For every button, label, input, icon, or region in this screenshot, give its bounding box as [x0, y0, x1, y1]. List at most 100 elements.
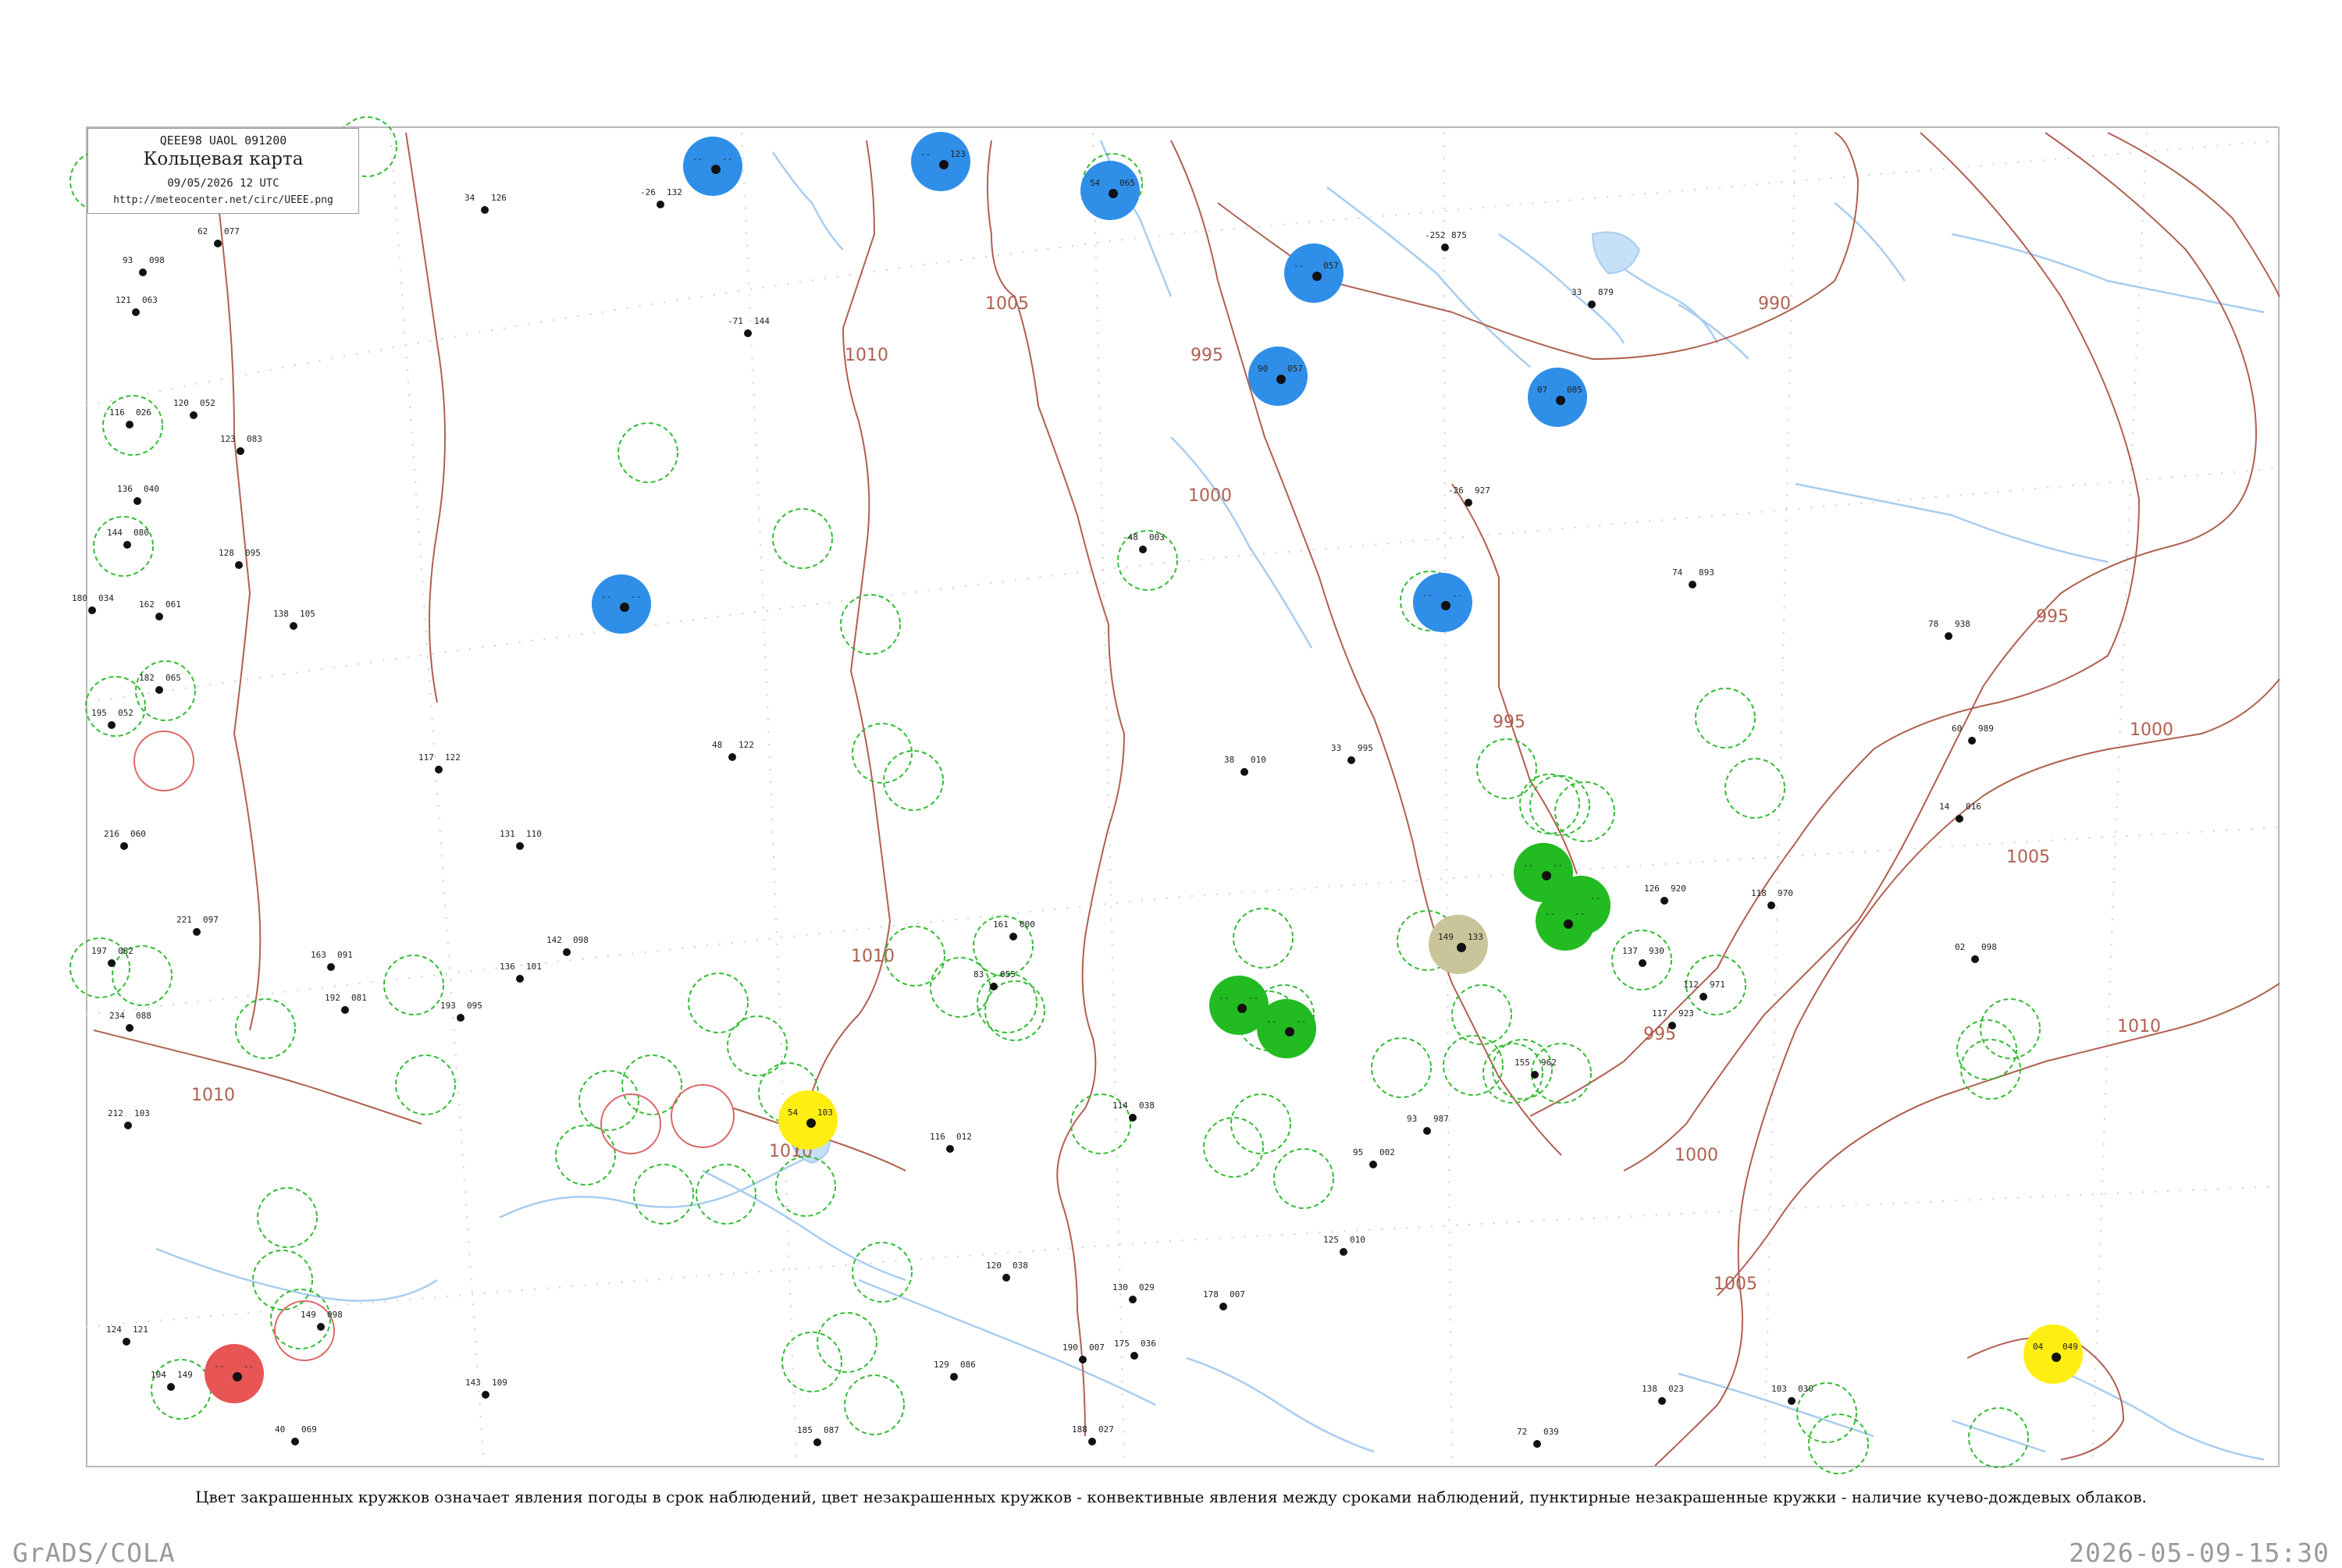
station-plot[interactable]: 125 010 — [1323, 1235, 1365, 1256]
station-cloud-symbol — [1347, 756, 1355, 764]
station-cloud-symbol — [1276, 375, 1286, 384]
station-value: -- — [1575, 908, 1585, 919]
station-plot[interactable]: -48 003 — [1123, 532, 1165, 553]
station-plot[interactable]: 95 002 — [1353, 1147, 1395, 1168]
station-plot[interactable]: 137 930 — [1622, 946, 1664, 967]
station-value: 085 — [1567, 385, 1582, 395]
station-plot[interactable]: 34 126 — [464, 193, 507, 214]
station-cloud-symbol — [516, 975, 524, 983]
station-plot[interactable]: 143 109 — [465, 1378, 507, 1399]
station-value: -- — [1553, 860, 1563, 870]
station-plot[interactable]: 114 038 — [1112, 1100, 1155, 1122]
station-pressure: 927 — [1475, 485, 1490, 496]
station-plot[interactable]: 136 040 — [117, 484, 159, 505]
station-plot[interactable]: 116 026 — [109, 407, 151, 428]
station-plot[interactable]: 126 920 — [1644, 884, 1686, 905]
station-pressure: 144 — [754, 316, 770, 326]
station-plot[interactable]: 130 029 — [1112, 1282, 1155, 1303]
station-temperature: 120 — [986, 1260, 1002, 1271]
station-plot[interactable]: 117 122 — [418, 752, 461, 773]
station-plot[interactable]: 124 121 — [106, 1324, 148, 1346]
station-temperature: 192 — [325, 993, 340, 1003]
station-plot[interactable]: 128 095 — [219, 548, 261, 569]
station-plot[interactable]: 216 060 — [104, 829, 146, 850]
station-plot[interactable]: 103 030 — [1771, 1384, 1813, 1405]
station-plot[interactable]: 62 077 — [198, 226, 240, 247]
station-plot[interactable]: 123 083 — [220, 434, 262, 455]
station-value: 04 — [2033, 1342, 2044, 1352]
station-plot[interactable]: 83 055 — [973, 969, 1016, 990]
station-plot[interactable]: 93 098 — [123, 255, 165, 276]
station-cloud-symbol — [1285, 1027, 1294, 1036]
station-value: -- — [1523, 860, 1533, 870]
station-plot[interactable]: 60 989 — [1952, 724, 1994, 745]
station-plot[interactable]: -26 132 — [640, 187, 682, 208]
station-temperature: 131 — [500, 829, 515, 839]
station-plot[interactable]: 121 063 — [116, 295, 158, 316]
station-plot[interactable]: 72 039 — [1517, 1427, 1559, 1448]
station-plot[interactable]: 120 038 — [986, 1260, 1028, 1282]
station-plot[interactable]: 136 101 — [500, 962, 542, 983]
station-cloud-symbol — [516, 842, 524, 850]
station-plot[interactable]: 161 000 — [993, 919, 1035, 940]
station-plot[interactable]: -71 144 — [728, 316, 770, 337]
station-plot[interactable]: 104 149 — [151, 1370, 193, 1391]
station-plot[interactable]: 131 110 — [500, 829, 542, 850]
station-plot[interactable]: 142 098 — [546, 935, 589, 956]
station-plot[interactable]: 163 091 — [311, 950, 353, 971]
station-temperature: 34 — [464, 193, 475, 203]
convective-rings — [133, 731, 735, 1361]
station-plot[interactable]: 175 036 — [1114, 1339, 1156, 1360]
station-plot[interactable]: 138 105 — [273, 609, 315, 630]
station-plot[interactable]: 14 016 — [1939, 802, 1981, 823]
station-value: -- — [1545, 908, 1555, 919]
station-plot[interactable]: 138 023 — [1642, 1384, 1684, 1405]
station-plot[interactable]: 74 893 — [1672, 567, 1714, 588]
isobar-label: 995 — [1493, 713, 1525, 732]
station-plot[interactable]: 180 034 — [72, 593, 114, 614]
station-temperature: 118 — [1751, 888, 1767, 898]
station-cloud-symbol — [155, 613, 163, 620]
station-plot[interactable]: 162 061 — [139, 599, 181, 620]
station-plot[interactable]: 155 962 — [1514, 1058, 1557, 1079]
station-plot[interactable]: 234 088 — [109, 1011, 151, 1032]
station-plot[interactable]: 33 995 — [1331, 743, 1373, 764]
station-temperature: 144 — [107, 528, 123, 538]
synoptic-map[interactable]: 1005 1010 995 990 1000 995 995 1000 1005… — [0, 0, 2342, 1561]
isobar-label: 995 — [2036, 607, 2069, 627]
station-plot[interactable]: -26 927 — [1448, 485, 1490, 507]
station-plot[interactable]: 188 027 — [1072, 1424, 1114, 1445]
station-plot[interactable]: 192 081 — [325, 993, 367, 1014]
station-plot[interactable]: 149 098 — [301, 1310, 343, 1331]
station-plot[interactable]: 116 012 — [930, 1132, 972, 1153]
station-plot[interactable]: 02 098 — [1955, 942, 1997, 963]
station-value: 90 — [1258, 364, 1268, 374]
station-plot[interactable]: 129 086 — [934, 1360, 976, 1381]
station-plot[interactable]: 193 095 — [440, 1001, 482, 1022]
station-cloud-symbol — [620, 603, 629, 612]
station-plot[interactable]: 195 052 — [91, 708, 133, 729]
station-pressure: 065 — [166, 673, 181, 683]
station-plot[interactable]: 178 007 — [1203, 1289, 1245, 1310]
station-pressure: 987 — [1433, 1114, 1449, 1124]
station-cloud-symbol — [132, 308, 140, 316]
station-plot[interactable]: 48 122 — [712, 740, 754, 761]
station-cloud-symbol — [1441, 244, 1449, 251]
station-pressure: 091 — [337, 950, 353, 960]
station-temperature: 78 — [1928, 619, 1938, 629]
station-plot[interactable]: 38 010 — [1224, 755, 1266, 776]
station-cloud-symbol — [341, 1006, 349, 1014]
station-plot[interactable]: 144 080 — [107, 528, 149, 549]
station-plot[interactable]: 93 987 — [1407, 1114, 1449, 1135]
header-url[interactable]: http://meteocenter.net/circ/UEEE.png — [88, 194, 358, 206]
station-plot[interactable]: 190 007 — [1062, 1342, 1105, 1364]
station-plot[interactable]: 120 052 — [173, 398, 215, 419]
station-temperature: 33 — [1571, 287, 1582, 297]
station-plot[interactable]: 40 069 — [275, 1424, 317, 1445]
station-plot[interactable]: 185 087 — [797, 1425, 839, 1446]
station-plot[interactable]: -252 875 — [1425, 230, 1467, 251]
station-plot[interactable]: 212 103 — [108, 1108, 150, 1129]
station-plot[interactable]: 221 097 — [176, 915, 219, 936]
station-plot[interactable]: 182 065 — [139, 673, 181, 694]
station-plot[interactable]: 78 938 — [1928, 619, 1970, 640]
